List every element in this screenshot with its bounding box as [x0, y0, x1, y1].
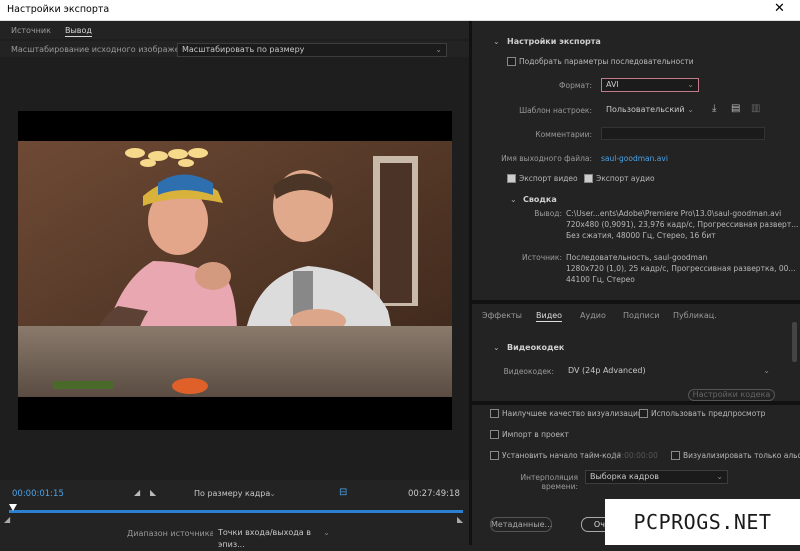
chevron-down-icon: ⌄: [687, 80, 694, 89]
format-dropdown[interactable]: AVI ⌄: [601, 78, 699, 92]
summary-title: Сводка: [523, 195, 557, 204]
out-handle-icon[interactable]: ◣: [457, 515, 463, 524]
summary-source-label: Источник:: [522, 253, 562, 262]
use-previews-checkbox[interactable]: [639, 409, 648, 418]
codec-value: DV (24p Advanced): [568, 366, 646, 375]
match-sequence-label: Подобрать параметры последовательности: [519, 57, 694, 66]
codec-settings-label: Настройки кодека: [692, 390, 771, 399]
export-video-checkbox[interactable]: [507, 174, 516, 183]
max-quality-checkbox[interactable]: [490, 409, 499, 418]
crop-icon[interactable]: ⊟: [339, 487, 347, 498]
preset-label: Шаблон настроек:: [519, 106, 592, 115]
source-range-dropdown[interactable]: Точки входа/выхода в эпиз... ⌄: [213, 526, 335, 549]
preset-dropdown[interactable]: Пользовательский ⌄: [601, 103, 699, 117]
in-handle-icon[interactable]: ◢: [4, 515, 10, 524]
summary-source-line: Последовательность, saul-goodman: [566, 253, 708, 262]
mark-out-icon[interactable]: ◣: [150, 488, 156, 497]
range-track: [9, 510, 463, 513]
preset-value: Пользовательский: [606, 105, 685, 114]
playhead-icon[interactable]: [9, 504, 17, 511]
format-value: AVI: [606, 80, 619, 89]
chevron-down-icon: ⌄: [269, 489, 276, 498]
scaling-dropdown[interactable]: Масштабировать по размеру ⌄: [177, 43, 447, 57]
scrollbar-thumb[interactable]: [792, 322, 797, 362]
scaling-label: Масштабирование исходного изображения:: [11, 45, 198, 54]
chevron-down-icon: ⌄: [687, 105, 694, 114]
metadata-label: Метаданные...: [491, 520, 553, 529]
codec-section-title: Видеокодек: [507, 343, 565, 352]
collapse-icon[interactable]: ⌄: [493, 37, 500, 46]
video-preview: [18, 111, 452, 430]
render-alpha-checkbox[interactable]: [671, 451, 680, 460]
collapse-icon[interactable]: ⌄: [510, 195, 517, 204]
summary-output-line: Без сжатия, 48000 Гц, Стерео, 16 бит: [566, 231, 716, 240]
source-range-label: Диапазон источника:: [127, 529, 218, 538]
summary-output-line: 720x480 (0,9091), 23,976 кадр/с, Прогрес…: [566, 220, 799, 229]
source-range-value: Точки входа/выхода в эпиз...: [218, 528, 311, 549]
comments-label: Комментарии:: [535, 130, 592, 139]
window-title: Настройки экспорта: [7, 4, 110, 15]
max-quality-label: Наилучшее качество визуализации: [502, 409, 643, 418]
output-name-label: Имя выходного файла:: [501, 154, 592, 163]
summary-output-label: Вывод:: [534, 209, 562, 218]
section-divider: [472, 401, 800, 405]
settings-panel: [472, 21, 800, 545]
save-preset-icon[interactable]: ⤓: [712, 103, 716, 114]
import-project-label: Импорт в проект: [502, 430, 569, 439]
tab-captions[interactable]: Подписи: [623, 311, 659, 320]
fit-value: По размеру кадра: [194, 489, 271, 498]
preview-image: [18, 111, 452, 430]
start-timecode-value[interactable]: 00:00:00:00: [612, 451, 658, 460]
scaling-value: Масштабировать по размеру: [182, 45, 305, 54]
tab-effects[interactable]: Эффекты: [482, 311, 522, 320]
import-project-checkbox[interactable]: [490, 430, 499, 439]
start-timecode-checkbox[interactable]: [490, 451, 499, 460]
tab-output[interactable]: Вывод: [65, 26, 92, 37]
playhead-bar[interactable]: [9, 504, 463, 514]
output-name-link[interactable]: saul-goodman.avi: [601, 154, 668, 163]
summary-source-line: 1280x720 (1,0), 25 кадр/с, Прогрессивная…: [566, 264, 796, 273]
tab-video[interactable]: Видео: [536, 311, 563, 322]
fit-dropdown[interactable]: По размеру кадра ⌄: [189, 487, 281, 501]
interp-value: Выборка кадров: [590, 472, 659, 481]
tab-audio[interactable]: Аудио: [580, 311, 606, 320]
match-sequence-checkbox[interactable]: [507, 57, 516, 66]
delete-preset-icon[interactable]: ▥: [751, 103, 760, 114]
chevron-down-icon: ⌄: [763, 366, 770, 375]
import-preset-icon[interactable]: ▤: [731, 103, 740, 114]
export-audio-checkbox[interactable]: [584, 174, 593, 183]
chevron-down-icon: ⌄: [716, 472, 723, 481]
start-timecode-label: Установить начало тайм-кода: [502, 451, 622, 460]
watermark: PCPROGS.NET: [605, 499, 800, 545]
interp-label: Интерполяция времени:: [520, 473, 578, 491]
export-audio-label: Экспорт аудио: [596, 174, 655, 183]
use-previews-label: Использовать предпросмотр: [651, 409, 766, 418]
tab-source[interactable]: Источник: [11, 26, 51, 35]
codec-label: Видеокодек:: [503, 367, 554, 376]
codec-settings-button[interactable]: Настройки кодека: [688, 389, 775, 401]
summary-output-line: C:\User...ents\Adobe\Premiere Pro\13.0\s…: [566, 209, 782, 218]
summary-source-line: 44100 Гц, Стерео: [566, 275, 635, 284]
chevron-down-icon: ⌄: [323, 528, 330, 537]
comments-input[interactable]: [601, 127, 765, 140]
export-video-label: Экспорт видео: [519, 174, 578, 183]
tab-publish[interactable]: Публикац.: [673, 311, 717, 320]
timecode-out: 00:27:49:18: [408, 489, 460, 499]
chevron-down-icon: ⌄: [435, 45, 442, 54]
interp-dropdown[interactable]: Выборка кадров ⌄: [585, 470, 728, 484]
mark-in-icon[interactable]: ◢: [134, 488, 140, 497]
section-divider: [472, 300, 800, 304]
title-bar: Настройки экспорта ✕: [0, 0, 800, 21]
format-label: Формат:: [559, 81, 592, 90]
timecode-in[interactable]: 00:00:01:15: [12, 489, 64, 499]
metadata-button[interactable]: Метаданные...: [490, 517, 552, 532]
codec-dropdown[interactable]: DV (24p Advanced) ⌄: [563, 364, 775, 378]
close-icon[interactable]: ✕: [774, 1, 785, 16]
export-settings-title: Настройки экспорта: [507, 37, 601, 46]
collapse-icon[interactable]: ⌄: [493, 343, 500, 352]
render-alpha-label: Визуализировать только альфа-: [683, 451, 800, 460]
